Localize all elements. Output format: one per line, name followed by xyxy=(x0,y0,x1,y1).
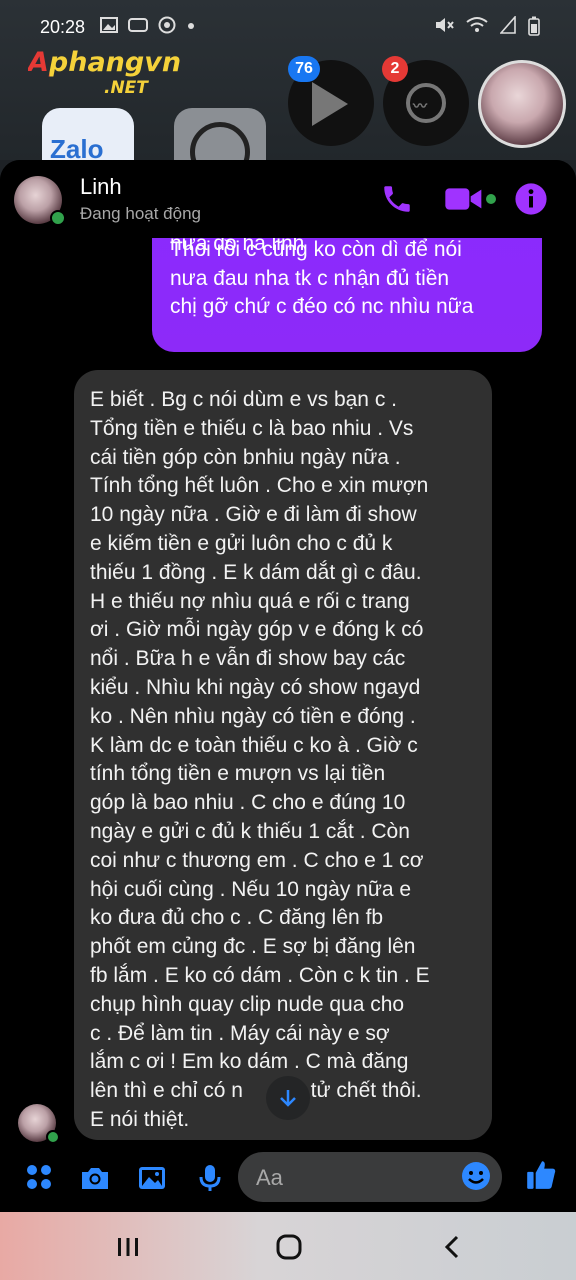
message-line: K làm dc e toàn thiếu c ko à . Giờ c xyxy=(90,733,418,757)
message-line: thiếu 1 đồng . E k dám dắt gì c đâu. xyxy=(90,560,422,584)
message-line: fb lắm . E ko có dám . Còn c k tin . E xyxy=(90,963,430,987)
watermark-logo: Aphangvn .NET xyxy=(28,48,208,102)
message-line: ko đưa đủ cho c . C đăng lên fb xyxy=(90,906,384,930)
message-line: kiểu . Nhìu khi ngày có show ngayd xyxy=(90,675,421,699)
emoji-icon[interactable] xyxy=(460,1160,492,1192)
play-badge: 76 xyxy=(288,56,320,82)
online-indicator xyxy=(50,210,66,226)
message-line: ơi . Giờ mỗi ngày góp v e đóng k có xyxy=(90,618,424,642)
message-composer xyxy=(0,1144,576,1212)
message-line: Tổng tiền e thiếu c là bao nhiu . Vs xyxy=(90,416,414,440)
message-line: E biết . Bg c nói dùm e vs bạn c . xyxy=(90,388,397,411)
message-line: ngày e gửi c đủ k thiếu 1 cắt . Còn xyxy=(90,819,410,843)
arrow-down-icon xyxy=(280,1090,296,1107)
system-nav-bar xyxy=(0,1212,576,1280)
mute-icon xyxy=(436,18,454,32)
signal-icon xyxy=(500,16,516,34)
dot-icon xyxy=(188,23,194,29)
message-line: H e thiếu nợ nhìu quá e rối c trang xyxy=(90,589,410,613)
camera-icon[interactable] xyxy=(79,1162,111,1194)
status-left-icons xyxy=(100,16,196,34)
message-line: tính tổng tiền e mượn vs lại tiền xyxy=(90,762,386,786)
message-line: lắm c ơi ! Em ko dám . C mà đăng xyxy=(90,1050,409,1074)
watermark-main: Aphangvn xyxy=(28,47,182,78)
message-line: phốt em củng đc . E sợ bị đăng lên xyxy=(90,935,416,959)
message-line: c . Để làm tin . Máy cái này e sợ xyxy=(90,1021,390,1045)
sent-message-line: chị gỡ chứ c đéo có nc nhìu nữa xyxy=(170,295,474,318)
message-line: Tính tổng hết luôn . Cho e xin mượn xyxy=(90,474,429,498)
watermark-sub: .NET xyxy=(104,78,148,98)
message-line: ko . Nên nhìu ngày có tiền e đóng . xyxy=(90,704,416,728)
video-call-icon[interactable] xyxy=(444,182,484,216)
message-line: cái tiền góp còn bnhiu ngày nữa . xyxy=(90,445,401,469)
contact-name[interactable]: Linh xyxy=(80,174,122,200)
chat-panel: nưa đó hả linh Thoi rồi c cũng ko còn dì… xyxy=(0,160,576,1212)
messenger-bolt-icon: 〰 xyxy=(413,98,427,114)
message-line: chụp hình quay clip nude qua cho xyxy=(90,992,405,1016)
lof-icon xyxy=(128,18,148,32)
thumbs-up-icon[interactable] xyxy=(524,1158,558,1192)
status-right-icons xyxy=(434,16,540,36)
home-icon[interactable] xyxy=(274,1232,304,1262)
microphone-icon[interactable] xyxy=(194,1162,226,1194)
image-icon[interactable] xyxy=(136,1162,168,1194)
messenger-badge: 2 xyxy=(382,56,408,82)
contact-chat-head-avatar[interactable] xyxy=(478,60,566,148)
phone-call-icon[interactable] xyxy=(380,182,414,216)
gallery-icon xyxy=(100,17,118,33)
sender-online-indicator xyxy=(46,1130,60,1144)
back-icon[interactable] xyxy=(437,1232,467,1262)
message-line: hội cuối cùng . Nếu 10 ngày nữa e xyxy=(90,877,412,901)
chat-header: Linh Đang hoạt động xyxy=(0,160,576,238)
play-icon xyxy=(312,82,348,126)
chrome-icon xyxy=(158,16,176,34)
message-line: 10 ngày nữa . Giờ e đi làm đi show xyxy=(90,503,417,527)
message-input[interactable] xyxy=(254,1152,458,1204)
info-icon[interactable] xyxy=(514,182,548,216)
scroll-to-bottom-button[interactable] xyxy=(266,1076,310,1120)
message-line: nổi . Bữa h e vẫn đi show bay các xyxy=(90,647,406,671)
contact-status: Đang hoạt động xyxy=(80,204,201,223)
message-line-start: lên thì e chỉ có n xyxy=(90,1079,243,1103)
received-message-bubble[interactable]: E biết . Bg c nói dùm e vs bạn c . Tổng … xyxy=(74,370,492,1140)
menu-grid-icon[interactable] xyxy=(24,1162,56,1194)
video-active-indicator xyxy=(486,194,496,204)
message-line: coi như c thương em . C cho e 1 cơ xyxy=(90,848,424,872)
wifi-icon xyxy=(466,17,488,32)
sent-message-line: nưa đau nha tk c nhận đủ tiền xyxy=(170,266,450,290)
message-input-box[interactable] xyxy=(238,1152,502,1204)
message-line: góp là bao nhiu . C cho e đúng 10 xyxy=(90,791,406,815)
battery-icon xyxy=(528,16,540,36)
recent-apps-icon[interactable] xyxy=(113,1232,143,1262)
status-time: 20:28 xyxy=(40,17,86,37)
message-line: e kiếm tiền e gửi luôn cho c đủ k xyxy=(90,531,393,555)
